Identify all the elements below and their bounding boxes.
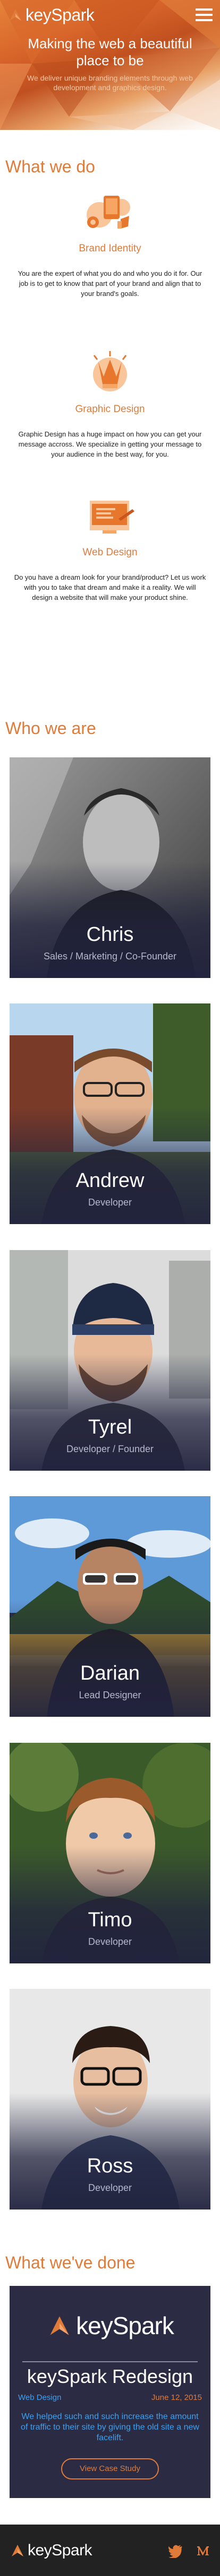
team-role: Developer — [88, 1936, 132, 1947]
twitter-icon[interactable] — [168, 2543, 183, 2558]
team-name: Chris — [86, 923, 134, 946]
keyspark-logo-icon — [12, 2544, 23, 2556]
who-we-are-title: Who we are — [5, 719, 96, 738]
service-graphic-design: Graphic Design Graphic Design has a huge… — [0, 350, 220, 459]
project-title: keySpark Redesign — [27, 2365, 193, 2387]
divider — [22, 2361, 198, 2362]
hero-subhead: We deliver unique branding elements thro… — [27, 74, 193, 92]
keyspark-logo-icon — [10, 9, 21, 21]
service-text: Graphic Design has a huge impact on how … — [18, 430, 202, 458]
brand-name: keySpark — [26, 5, 95, 24]
team-role: Developer / Founder — [66, 1444, 154, 1454]
service-web-design: Web Design Do you have a dream look for … — [0, 493, 220, 602]
web-design-icon — [90, 501, 134, 534]
team-card-darian[interactable]: Darian Lead Designer — [10, 1496, 210, 1717]
project-date: June 12, 2015 — [151, 2393, 202, 2402]
service-text: You are the expert of what you do and wh… — [18, 269, 202, 298]
service-title: Brand Identity — [79, 243, 141, 254]
team-role: Developer — [88, 1197, 132, 1208]
team-card-andrew[interactable]: Andrew Developer — [10, 1003, 210, 1224]
social-links — [168, 2543, 210, 2558]
graphic-design-icon — [93, 351, 127, 391]
team-card-timo[interactable]: Timo Developer — [10, 1743, 210, 1963]
what-we-do-title: What we do — [5, 157, 95, 176]
team-role: Sales / Marketing / Co-Founder — [43, 951, 177, 962]
team-role: Developer — [88, 2182, 132, 2193]
footer-brand[interactable]: keySpark — [10, 2542, 92, 2560]
project-logo: keySpark — [10, 2311, 210, 2340]
keyspark-logo-icon — [50, 2316, 69, 2335]
service-text: Do you have a dream look for your brand/… — [14, 573, 206, 601]
what-weve-done-title: What we've done — [5, 2253, 136, 2272]
hero-headline: Making the web a beautiful place to be — [28, 36, 192, 68]
service-title: Web Design — [82, 547, 138, 558]
footer-brand-name: keySpark — [28, 2541, 92, 2559]
hero: keySpark Making the web a beautiful plac… — [0, 0, 220, 130]
team-name: Timo — [88, 1909, 132, 1931]
team-name: Andrew — [75, 1169, 145, 1192]
project-card: keySpark keySpark Redesign Web Design Ju… — [10, 2286, 210, 2498]
service-title: Graphic Design — [75, 404, 145, 415]
project-logo-text: keySpark — [76, 2312, 174, 2339]
view-case-study-button[interactable]: View Case Study — [61, 2458, 159, 2479]
project-tag[interactable]: Web Design — [18, 2393, 61, 2402]
brand-logo[interactable]: keySpark — [7, 5, 95, 25]
footer: keySpark — [0, 2525, 220, 2576]
brand-identity-icon — [87, 196, 130, 229]
medium-icon[interactable] — [196, 2543, 210, 2558]
team-name: Darian — [80, 1662, 140, 1684]
team-card-ross[interactable]: Ross Developer — [10, 1989, 210, 2210]
team-name: Tyrel — [88, 1416, 132, 1438]
team-role: Lead Designer — [79, 1690, 141, 1700]
service-brand-identity: Brand Identity You are the expert of wha… — [0, 189, 220, 299]
team-card-chris[interactable]: Chris Sales / Marketing / Co-Founder — [10, 757, 210, 978]
team-card-tyrel[interactable]: Tyrel Developer / Founder — [10, 1250, 210, 1471]
project-description: We helped such and such increase the amo… — [21, 2412, 199, 2442]
hamburger-icon[interactable] — [196, 8, 213, 21]
team-name: Ross — [87, 2155, 133, 2177]
